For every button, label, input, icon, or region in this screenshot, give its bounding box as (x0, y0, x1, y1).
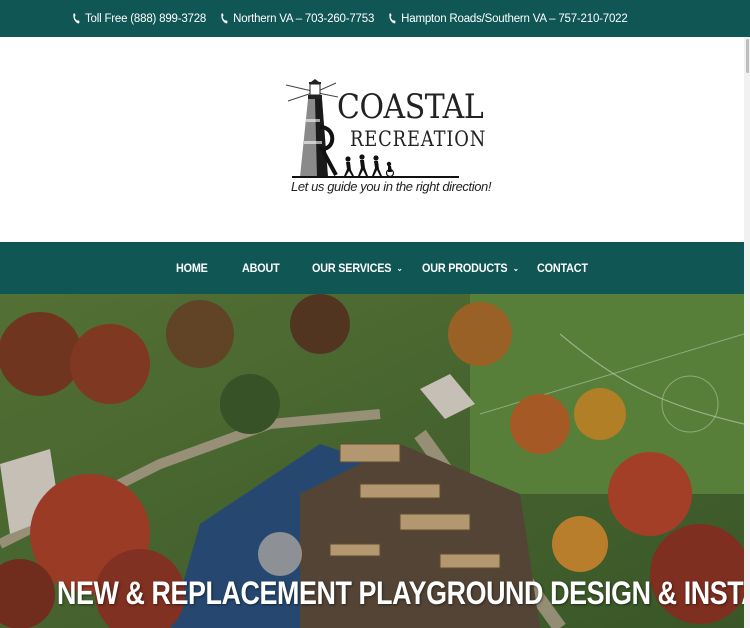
logo-tagline: Let us guide you in the right direction! (291, 179, 492, 194)
hero-banner: NEW & REPLACEMENT PLAYGROUND DESIGN & IN… (0, 294, 744, 628)
site-logo[interactable]: COASTAL RECREATION Let us guide you in t… (284, 79, 491, 204)
logo-wordmark-recreation: RECREATION (350, 127, 487, 151)
hero-title: NEW & REPLACEMENT PLAYGROUND DESIGN & IN… (57, 575, 744, 611)
nav-item-our-services[interactable]: OUR SERVICES ⌄ (312, 242, 403, 294)
nav-item-label: OUR PRODUCTS (422, 261, 508, 275)
nav-item-our-products[interactable]: OUR PRODUCTS ⌄ (422, 242, 519, 294)
chevron-down-icon: ⌄ (396, 263, 403, 273)
nav-item-label: CONTACT (537, 261, 588, 275)
nav-item-label: HOME (176, 261, 208, 275)
top-contact-bar: Toll Free (888) 899-3728 Northern VA – 7… (0, 0, 750, 37)
phone-icon (221, 13, 228, 24)
phone-icon (389, 13, 396, 24)
nav-item-label: OUR SERVICES (312, 261, 392, 275)
contact-label: Hampton Roads/Southern VA – 757-210-7022 (401, 12, 628, 25)
nav-item-contact[interactable]: CONTACT (537, 242, 588, 294)
page-scrollbar[interactable] (744, 37, 750, 628)
contact-hampton-roads[interactable]: Hampton Roads/Southern VA – 757-210-7022 (388, 12, 628, 25)
scrollbar-thumb[interactable] (746, 39, 749, 73)
chevron-down-icon: ⌄ (512, 263, 519, 273)
nav-item-about[interactable]: ABOUT (242, 242, 280, 294)
contact-label: Toll Free (888) 899-3728 (85, 12, 207, 25)
phone-icon (73, 13, 80, 24)
contact-toll-free[interactable]: Toll Free (888) 899-3728 (72, 13, 206, 25)
main-navigation: HOME ABOUT OUR SERVICES ⌄ OUR PRODUCTS ⌄… (0, 242, 744, 294)
logo-wordmark-coastal: COASTAL (337, 87, 484, 127)
header-logo-area: COASTAL RECREATION Let us guide you in t… (0, 37, 744, 242)
nav-item-label: ABOUT (242, 261, 280, 275)
contact-label: Northern VA – 703-260-7753 (233, 12, 375, 25)
contact-northern-va[interactable]: Northern VA – 703-260-7753 (220, 13, 374, 25)
nav-item-home[interactable]: HOME (176, 242, 208, 294)
